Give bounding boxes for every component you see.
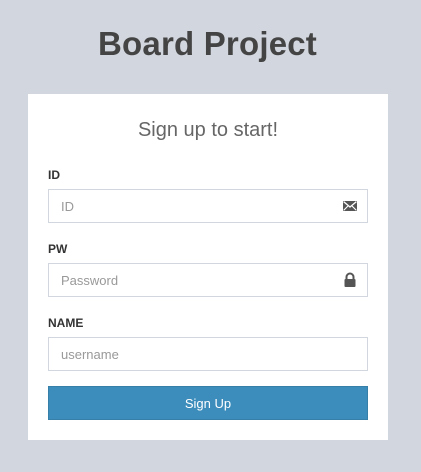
lock-icon <box>344 272 356 287</box>
username-input[interactable] <box>48 337 368 371</box>
id-label: ID <box>48 168 60 182</box>
app-title: Board Project <box>98 25 317 62</box>
pw-input-wrapper <box>48 263 368 297</box>
name-input-wrapper <box>48 337 368 371</box>
name-label: NAME <box>48 316 84 330</box>
id-input-wrapper <box>48 189 368 223</box>
id-input[interactable] <box>48 189 368 223</box>
signup-button[interactable]: Sign Up <box>48 386 368 420</box>
envelope-icon <box>343 201 357 211</box>
signup-heading: Sign up to start! <box>137 119 279 141</box>
pw-label: PW <box>48 242 68 256</box>
signup-card: Sign up to start! ID PW NAME Sign Up <box>28 94 388 440</box>
password-input[interactable] <box>48 263 368 297</box>
